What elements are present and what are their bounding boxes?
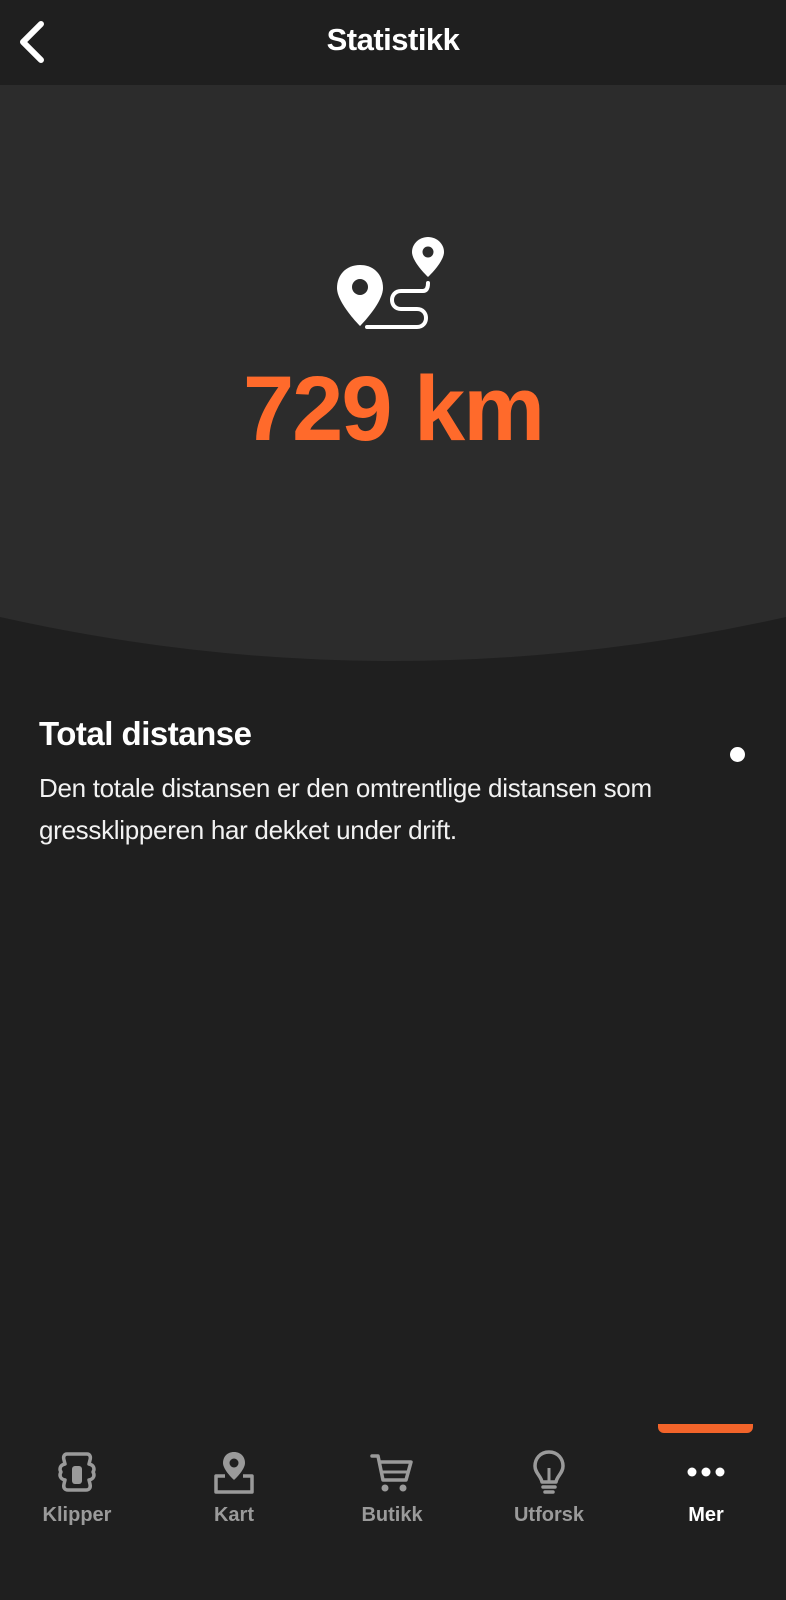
cart-icon [370, 1454, 413, 1492]
lightbulb-icon [533, 1450, 565, 1494]
tab-label-butikk: Butikk [361, 1504, 423, 1526]
map-pin-icon [214, 1452, 254, 1494]
tab-kart[interactable]: Kart [164, 1448, 304, 1548]
info-description: Den totale distansen er den omtrentlige … [39, 773, 652, 845]
page-indicator-dot[interactable] [730, 747, 745, 762]
info-section: Total distanse Den totale distansen er d… [39, 715, 719, 851]
top-bar: Statistikk [0, 0, 786, 85]
tab-butikk[interactable]: Butikk [322, 1448, 462, 1548]
mower-icon [58, 1452, 96, 1492]
tab-label-utforsk: Utforsk [513, 1504, 584, 1526]
active-tab-indicator [658, 1424, 753, 1433]
tab-label-kart: Kart [213, 1504, 254, 1526]
info-title: Total distanse [39, 715, 252, 752]
tab-label-mer: Mer [688, 1504, 724, 1526]
route-pins-icon [337, 237, 444, 329]
tab-utforsk[interactable]: Utforsk [479, 1448, 619, 1548]
more-dots-icon [687, 1467, 725, 1477]
tab-mer[interactable]: Mer [636, 1448, 776, 1548]
stat-hero: 729 km [0, 85, 786, 665]
page-title: Statistikk [326, 22, 460, 57]
tab-label-klipper: Klipper [42, 1504, 112, 1526]
tab-klipper[interactable]: Klipper [7, 1448, 147, 1548]
total-distance-value: 729 km [242, 358, 545, 460]
